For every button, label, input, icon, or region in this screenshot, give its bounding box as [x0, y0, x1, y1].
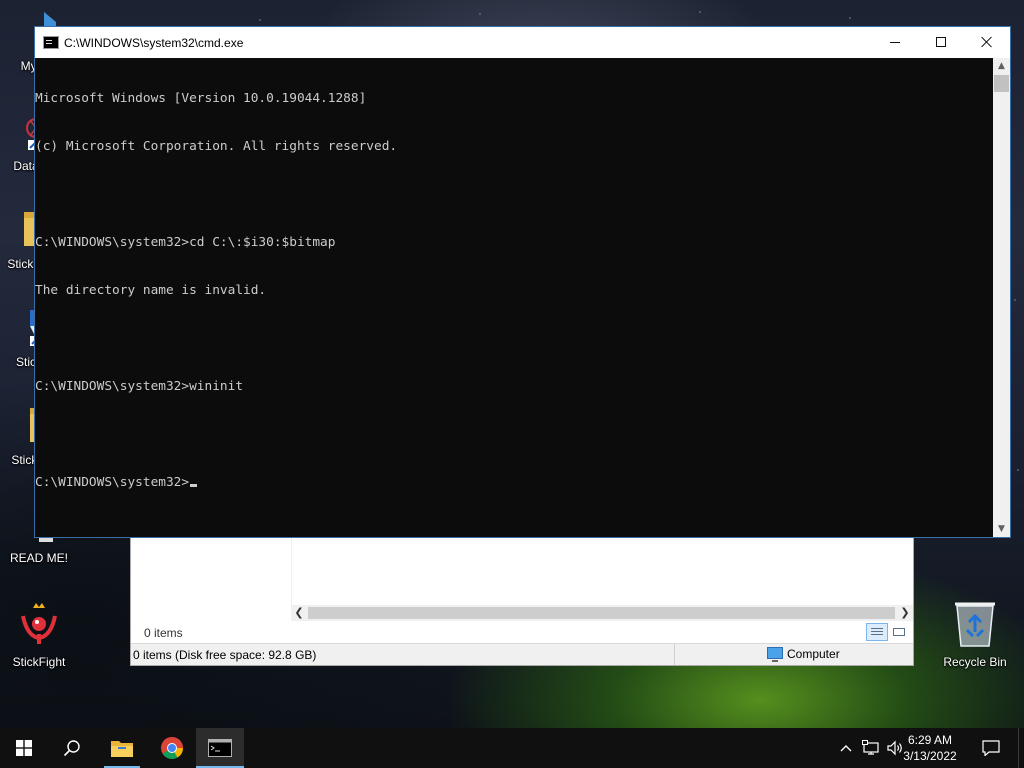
folder-icon — [111, 741, 133, 757]
scroll-left-icon[interactable]: ❮ — [291, 605, 307, 621]
details-view-icon — [871, 628, 883, 636]
maximize-button[interactable] — [918, 27, 964, 57]
console-prompt-line[interactable]: C:\WINDOWS\system32> — [35, 475, 993, 491]
disk-free-space-text: 0 items (Disk free space: 92.8 GB) — [133, 648, 317, 662]
scroll-up-icon[interactable]: ▲ — [993, 58, 1010, 74]
scroll-thumb[interactable] — [308, 607, 895, 619]
console-line: (c) Microsoft Corporation. All rights re… — [35, 139, 398, 154]
notification-icon — [982, 740, 1000, 756]
window-titlebar[interactable]: C:\WINDOWS\system32\cmd.exe — [35, 27, 1010, 58]
console-line: The directory name is invalid. — [35, 283, 267, 298]
show-hidden-icons-button[interactable] — [836, 728, 856, 768]
chrome-icon — [161, 737, 183, 759]
navigation-pane-divider — [291, 537, 292, 605]
desktop-icon-stickfight[interactable]: StickFight — [1, 602, 77, 669]
minimize-button[interactable] — [872, 27, 918, 57]
chrome-button[interactable] — [148, 728, 196, 768]
console-line: Microsoft Windows [Version 10.0.19044.12… — [35, 91, 367, 106]
text-cursor — [190, 484, 198, 487]
stickfight-game-icon — [1, 602, 77, 651]
close-icon — [981, 36, 993, 48]
items-count: 0 items — [144, 626, 183, 640]
search-icon — [63, 740, 80, 757]
scroll-right-icon[interactable]: ❯ — [897, 605, 913, 621]
network-icon — [862, 740, 879, 755]
windows-logo-icon — [16, 740, 32, 756]
minimize-icon — [890, 41, 900, 43]
clock-date: 3/13/2022 — [903, 749, 957, 763]
large-icons-view-button[interactable] — [888, 623, 910, 641]
recycle-bin-icon — [937, 600, 1013, 651]
console-line: C:\WINDOWS\system32>wininit — [35, 379, 244, 394]
horizontal-scrollbar[interactable]: ❮ ❯ — [291, 605, 913, 621]
console-output[interactable]: Microsoft Windows [Version 10.0.19044.12… — [35, 58, 993, 537]
taskbar: 6:29 AM 3/13/2022 — [0, 728, 1024, 768]
maximize-icon — [936, 37, 946, 47]
vertical-scrollbar[interactable]: ▲ ▼ — [993, 58, 1010, 537]
action-center-button[interactable] — [976, 728, 1006, 768]
desktop-icon-label: Recycle Bin — [943, 655, 1007, 669]
start-button[interactable] — [0, 728, 48, 768]
file-list-area[interactable] — [131, 537, 913, 605]
explorer-status-bar: 0 items (Disk free space: 92.8 GB) Compu… — [131, 643, 913, 665]
search-button[interactable] — [48, 728, 96, 768]
computer-zone-label: Computer — [787, 647, 840, 661]
computer-icon — [767, 647, 783, 662]
console-prompt: C:\WINDOWS\system32> — [35, 475, 190, 490]
show-desktop-button[interactable] — [1018, 728, 1024, 768]
computer-zone: Computer — [767, 647, 840, 662]
details-view-button[interactable] — [866, 623, 888, 641]
file-explorer-button[interactable] — [98, 728, 146, 768]
status-separator — [674, 644, 675, 665]
desktop-icon-label: StickFight — [12, 655, 66, 669]
command-prompt-icon — [208, 739, 232, 757]
command-prompt-icon[interactable] — [43, 36, 59, 49]
command-prompt-window[interactable]: C:\WINDOWS\system32\cmd.exe Microsoft Wi… — [34, 26, 1011, 538]
close-button[interactable] — [964, 27, 1010, 57]
network-button[interactable] — [860, 728, 882, 768]
file-explorer-window[interactable]: ❮ ❯ 0 items 0 items (Disk free space: 92… — [130, 536, 914, 666]
scroll-down-icon[interactable]: ▼ — [993, 521, 1010, 537]
large-icons-view-icon — [893, 628, 905, 636]
items-bar: 0 items — [131, 621, 913, 643]
scroll-thumb[interactable] — [994, 75, 1009, 92]
console-line: C:\WINDOWS\system32>cd C:\:$i30:$bitmap — [35, 235, 336, 250]
window-title: C:\WINDOWS\system32\cmd.exe — [64, 36, 244, 50]
cmd-button[interactable] — [196, 728, 244, 768]
clock-time: 6:29 AM — [907, 733, 953, 747]
desktop-icon-recycle-bin[interactable]: Recycle Bin — [937, 600, 1013, 669]
clock[interactable]: 6:29 AM 3/13/2022 — [894, 732, 966, 764]
desktop-icon-label: READ ME! — [9, 551, 68, 565]
chevron-up-icon — [840, 745, 852, 752]
